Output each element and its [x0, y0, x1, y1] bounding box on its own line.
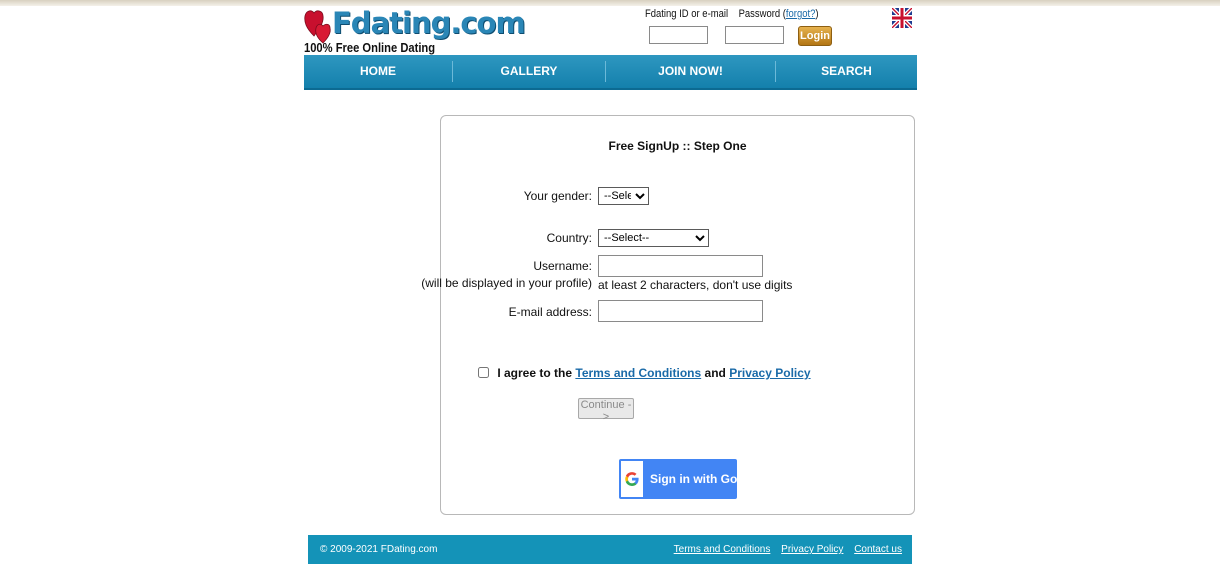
google-icon: [625, 472, 639, 486]
privacy-link[interactable]: Privacy Policy: [729, 366, 810, 380]
site-tagline: 100% Free Online Dating: [304, 40, 436, 55]
nav-join-now[interactable]: JOIN NOW!: [606, 55, 775, 88]
login-button[interactable]: Login: [798, 26, 832, 46]
google-signin-label: Sign in with Google: [650, 472, 762, 486]
email-label: E-mail address:: [508, 305, 592, 319]
password-label: Password: [738, 8, 781, 20]
top-strip: [0, 0, 1220, 6]
signup-title: Free SignUp :: Step One: [608, 139, 747, 153]
footer-privacy-link[interactable]: Privacy Policy: [781, 544, 843, 555]
gender-label: Your gender:: [523, 189, 592, 203]
country-select[interactable]: --Select--: [598, 229, 709, 247]
continue-button[interactable]: Continue ->: [578, 398, 634, 423]
nav-search[interactable]: SEARCH: [776, 55, 917, 88]
nav-home[interactable]: HOME: [304, 55, 452, 88]
logo-text: Fdating.com: [332, 6, 526, 40]
agree-and-text: and: [704, 366, 726, 380]
footer-copyright: © 2009-2021 FDating.com: [320, 544, 438, 555]
footer-contact-link[interactable]: Contact us: [854, 544, 902, 555]
agree-row: I agree to the Terms and Conditions and …: [478, 366, 811, 380]
login-id-input[interactable]: [649, 26, 708, 44]
forgot-password-link[interactable]: forgot?: [786, 8, 815, 20]
email-input[interactable]: [598, 300, 763, 322]
uk-flag-icon[interactable]: [892, 8, 912, 28]
google-signin-button[interactable]: Sign in with Google: [619, 459, 762, 499]
gender-select[interactable]: --Select--: [598, 187, 649, 205]
signup-card: Free SignUp :: Step One Your gender: --S…: [421, 115, 915, 515]
username-input[interactable]: [598, 255, 763, 277]
username-label: Username:: [533, 259, 592, 273]
nav-gallery[interactable]: GALLERY: [453, 55, 605, 88]
country-label: Country:: [546, 231, 592, 245]
agree-checkbox[interactable]: [478, 367, 489, 378]
agree-text: I agree to the: [497, 366, 573, 380]
username-sublabel: (will be displayed in your profile): [421, 276, 592, 290]
google-icon-box: [621, 461, 643, 497]
username-hint: at least 2 characters, don't use digits: [598, 278, 793, 292]
main-nav: HOME GALLERY JOIN NOW! SEARCH: [304, 55, 917, 90]
hearts-icon: [304, 10, 331, 44]
terms-link[interactable]: Terms and Conditions: [575, 366, 701, 380]
site-footer: © 2009-2021 FDating.com Terms and Condit…: [308, 535, 912, 564]
login-labels: Fdating ID or e-mail Password (forgot?): [645, 8, 819, 20]
password-input[interactable]: [725, 26, 784, 44]
login-id-label: Fdating ID or e-mail: [645, 8, 729, 20]
footer-terms-link[interactable]: Terms and Conditions: [674, 544, 771, 555]
footer-links: Terms and Conditions Privacy Policy Cont…: [666, 544, 902, 555]
